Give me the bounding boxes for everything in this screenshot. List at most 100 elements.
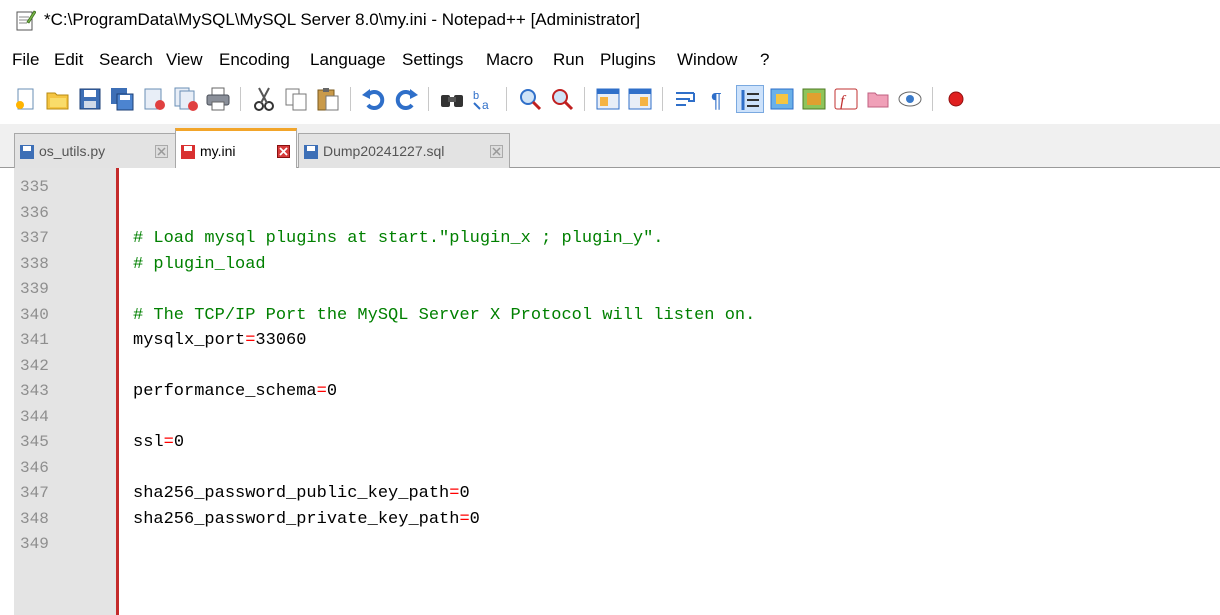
menu-view[interactable]: View <box>166 50 203 70</box>
editor-line[interactable]: 344 <box>0 406 1220 431</box>
user-language-icon[interactable] <box>768 85 796 113</box>
toolbar-separator <box>584 87 585 111</box>
find-icon[interactable] <box>438 85 466 113</box>
show-all-chars-icon[interactable]: ¶ <box>704 85 732 113</box>
line-text[interactable]: ssl=0 <box>133 433 184 452</box>
editor-line[interactable]: 345 ssl=0 <box>0 431 1220 456</box>
menu-language[interactable]: Language <box>310 50 386 70</box>
tab-dump-sql[interactable]: Dump20241227.sql <box>298 133 510 168</box>
tab-label: os_utils.py <box>39 143 106 159</box>
menu-window[interactable]: Window <box>677 50 737 70</box>
menu-settings[interactable]: Settings <box>402 50 463 70</box>
line-text[interactable]: # plugin_load <box>133 255 266 274</box>
saved-file-icon <box>303 144 319 160</box>
saved-file-icon <box>19 144 35 160</box>
editor-line[interactable]: 338 # plugin_load <box>0 253 1220 278</box>
tab-os-utils[interactable]: os_utils.py <box>14 133 176 168</box>
menu-edit[interactable]: Edit <box>54 50 83 70</box>
notepad-app-icon <box>16 9 37 31</box>
equals-operator: = <box>316 382 327 401</box>
line-text[interactable]: mysqlx_port=33060 <box>133 331 306 350</box>
sync-vertical-icon[interactable] <box>594 85 622 113</box>
editor-line[interactable]: 346 <box>0 457 1220 482</box>
menu-file[interactable]: File <box>12 50 39 70</box>
indent-guide-icon[interactable] <box>736 85 764 113</box>
line-text[interactable]: performance_schema=0 <box>133 382 337 401</box>
editor-line[interactable]: 348 sha256_password_private_key_path=0 <box>0 508 1220 533</box>
close-tab-icon[interactable] <box>277 145 290 158</box>
toolbar: ba ¶ f <box>0 76 1220 124</box>
close-icon[interactable] <box>140 85 168 113</box>
tab-label: Dump20241227.sql <box>323 143 445 159</box>
function-list-icon[interactable]: f <box>832 85 860 113</box>
editor-line[interactable]: 341 mysqlx_port=33060 <box>0 329 1220 354</box>
print-icon[interactable] <box>204 85 232 113</box>
editor-line[interactable]: 342 <box>0 355 1220 380</box>
undo-icon[interactable] <box>360 85 388 113</box>
config-value: 33060 <box>255 331 307 350</box>
save-icon[interactable] <box>76 85 104 113</box>
record-macro-icon[interactable] <box>942 85 970 113</box>
menu-encoding[interactable]: Encoding <box>219 50 290 70</box>
config-value: 0 <box>173 433 185 452</box>
line-text[interactable]: sha256_password_public_key_path=0 <box>133 484 470 503</box>
equals-operator: = <box>449 484 460 503</box>
editor-line[interactable]: 335 <box>0 176 1220 201</box>
svg-text:¶: ¶ <box>711 90 722 112</box>
new-file-icon[interactable] <box>12 85 40 113</box>
word-wrap-icon[interactable] <box>672 85 700 113</box>
toolbar-separator <box>506 87 507 111</box>
editor-line[interactable]: 343 performance_schema=0 <box>0 380 1220 405</box>
editor-line[interactable]: 347 sha256_password_public_key_path=0 <box>0 482 1220 507</box>
copy-icon[interactable] <box>282 85 310 113</box>
line-number: 338 <box>20 254 49 273</box>
config-value: 0 <box>459 484 470 503</box>
open-file-icon[interactable] <box>44 85 72 113</box>
redo-icon[interactable] <box>392 85 420 113</box>
paste-icon[interactable] <box>314 85 342 113</box>
tab-bar: os_utils.py my.ini Dump20241227.sql <box>0 124 1220 169</box>
toolbar-separator <box>350 87 351 111</box>
menu-help[interactable]: ? <box>760 50 769 70</box>
editor-line[interactable]: 337 # Load mysql plugins at start."plugin… <box>0 227 1220 252</box>
config-key: sha256_password_private_key_path <box>133 509 460 529</box>
replace-icon[interactable]: ba <box>470 85 498 113</box>
config-key: performance_schema <box>133 382 317 401</box>
folder-workspace-icon[interactable] <box>864 85 892 113</box>
editor-line[interactable]: 340 # The TCP/IP Port the MySQL Server X … <box>0 304 1220 329</box>
editor-line[interactable]: 336 <box>0 202 1220 227</box>
monitor-icon[interactable] <box>896 85 924 113</box>
line-text[interactable]: # The TCP/IP Port the MySQL Server X Pro… <box>133 306 755 325</box>
editor-line[interactable]: 349 <box>0 533 1220 558</box>
toolbar-separator <box>428 87 429 111</box>
zoom-in-icon[interactable] <box>516 85 544 113</box>
svg-text:a: a <box>482 98 489 112</box>
config-value: 0 <box>326 382 338 401</box>
sync-horizontal-icon[interactable] <box>626 85 654 113</box>
editor-area[interactable]: 335 336 337 # Load mysql plugins at start."… <box>0 168 1220 615</box>
line-number: 340 <box>20 305 49 324</box>
equals-operator: = <box>245 331 256 350</box>
line-number: 339 <box>20 280 49 298</box>
line-number: 349 <box>20 535 49 553</box>
cut-icon[interactable] <box>250 85 278 113</box>
line-number: 344 <box>20 407 49 426</box>
menu-macro[interactable]: Macro <box>486 50 533 70</box>
zoom-out-icon[interactable] <box>548 85 576 113</box>
config-key: sha256_password_public_key_path <box>133 484 450 503</box>
menu-plugins[interactable]: Plugins <box>600 50 656 70</box>
close-all-icon[interactable] <box>172 85 200 113</box>
menu-search[interactable]: Search <box>99 50 153 70</box>
config-key: mysqlx_port <box>133 331 246 350</box>
save-all-icon[interactable] <box>108 85 136 113</box>
menu-run[interactable]: Run <box>553 50 584 70</box>
close-tab-icon[interactable] <box>155 145 168 158</box>
line-text[interactable]: sha256_password_private_key_path=0 <box>133 510 480 529</box>
tab-my-ini[interactable]: my.ini <box>175 128 297 169</box>
line-number: 337 <box>20 229 49 247</box>
close-tab-icon[interactable] <box>490 145 503 158</box>
line-text[interactable]: # Load mysql plugins at start."plugin_x … <box>133 229 664 248</box>
doc-map-icon[interactable] <box>800 85 828 113</box>
equals-operator: = <box>163 433 174 452</box>
editor-line[interactable]: 339 <box>0 278 1220 303</box>
